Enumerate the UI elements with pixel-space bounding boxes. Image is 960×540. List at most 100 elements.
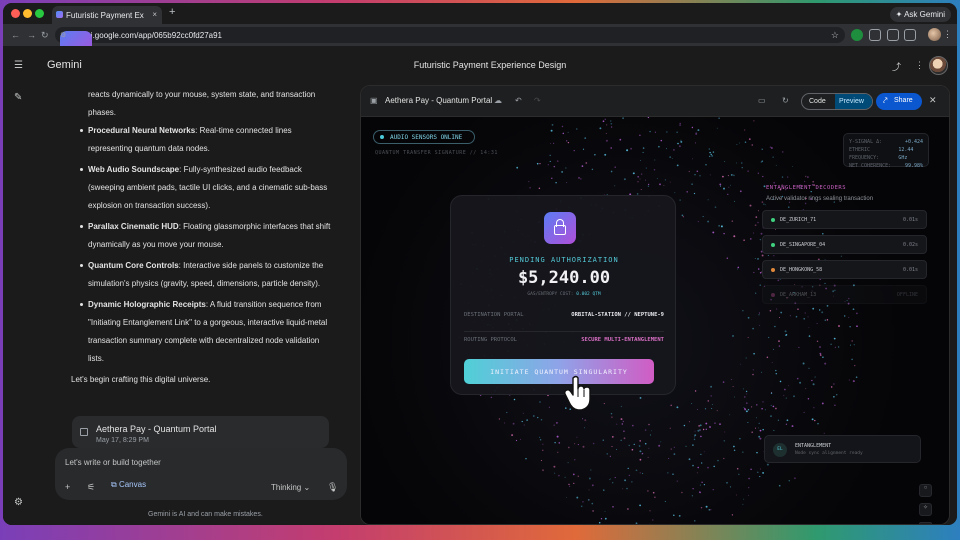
back-icon[interactable]: ← (11, 30, 20, 40)
decoders-subtitle: Active validator rings sealing transacti… (766, 196, 874, 202)
particle (783, 394, 785, 396)
particle (647, 117, 650, 119)
chevron-down-icon: ⌄ (303, 483, 311, 492)
share-button[interactable]: ⤤ Share (876, 93, 922, 110)
microphone-icon[interactable]: 🎙 (327, 482, 338, 493)
particle (679, 199, 681, 201)
redo-icon[interactable]: ↷ (534, 96, 541, 105)
tab-code[interactable]: Code (809, 98, 826, 105)
artifact-card[interactable]: Aethera Pay - Quantum Portal May 17, 8:2… (72, 416, 329, 448)
new-chat-icon[interactable]: ✎ (14, 92, 22, 103)
side-panel-icon[interactable] (904, 29, 916, 41)
user-avatar[interactable] (929, 56, 948, 75)
particle (766, 356, 769, 359)
fullscreen-icon[interactable]: ▭ (758, 96, 766, 105)
menu-icon[interactable]: ☰ (14, 60, 23, 71)
particle (730, 378, 732, 380)
telemetry-value: +0.424 (904, 139, 923, 145)
particle (585, 162, 588, 164)
lock-icon (544, 212, 576, 244)
more-options-icon[interactable]: ⋮ (915, 60, 924, 71)
particle (778, 340, 780, 343)
minimize-window-button[interactable] (23, 9, 32, 18)
particle (622, 420, 624, 423)
particle (539, 162, 541, 165)
particle (614, 166, 616, 168)
tab-preview[interactable]: Preview (835, 94, 872, 109)
bookmark-star-icon[interactable]: ☆ (831, 30, 839, 41)
particle (504, 422, 506, 424)
bullet-title: Web Audio Soundscape (88, 165, 180, 174)
reload-icon[interactable]: ↻ (41, 30, 49, 41)
browser-tab[interactable]: Futuristic Payment Ex × (52, 6, 162, 24)
gas-value: 0.002 QTM (576, 292, 601, 297)
particle (768, 336, 770, 339)
particle (626, 508, 629, 510)
address-bar[interactable]: ⚙ gemini.google.com/app/065b92cc0fd27a91… (55, 27, 845, 63)
particle (723, 440, 726, 442)
extension-puzzle-icon[interactable] (887, 29, 899, 41)
forward-icon[interactable]: → (27, 30, 36, 40)
tab-close-icon[interactable]: × (152, 10, 157, 19)
particle (676, 480, 678, 482)
maximize-window-button[interactable] (35, 9, 44, 18)
particle (762, 175, 764, 178)
close-window-button[interactable] (11, 9, 20, 18)
prompt-input[interactable]: Let's write or build together + ⚟ ⧉ Canv… (55, 448, 347, 500)
particle (506, 411, 508, 414)
refresh-icon[interactable]: ↻ (782, 96, 789, 105)
initiate-button[interactable]: INITIATE QUANTUM SINGULARITY (464, 359, 654, 384)
particle (851, 340, 853, 342)
particle (771, 391, 773, 393)
particle (654, 496, 656, 498)
decoder-node: DE_SINGAPORE_04 0.02s (762, 235, 927, 254)
particle (644, 179, 646, 181)
extension-icon[interactable] (869, 29, 881, 41)
mode-selector[interactable]: Thinking ⌄ (271, 483, 310, 492)
particle (564, 476, 566, 478)
particle (567, 446, 570, 449)
canvas-chip[interactable]: ⧉ Canvas (111, 480, 146, 490)
particle (837, 346, 840, 348)
particle (759, 437, 762, 440)
particle (711, 154, 714, 157)
particle (673, 453, 676, 455)
particle (813, 407, 815, 409)
profile-avatar[interactable] (928, 28, 941, 41)
ask-gemini-button[interactable]: ✦ Ask Gemini (889, 7, 951, 22)
particle (787, 176, 789, 178)
browser-window: Futuristic Payment Ex × + ✦ Ask Gemini ←… (3, 3, 957, 525)
new-tab-button[interactable]: + (169, 6, 175, 18)
close-icon[interactable]: ✕ (929, 95, 937, 106)
particle (619, 138, 622, 141)
sparkle-icon[interactable]: ✧ (919, 503, 932, 516)
side-control-button[interactable]: ○ (919, 484, 932, 497)
audio-sensors-badge[interactable]: AUDIO SENSORS ONLINE (373, 130, 475, 144)
settings-icon[interactable]: ⚙ (14, 497, 23, 508)
particle (711, 404, 713, 406)
tools-icon[interactable]: ⚟ (87, 482, 95, 493)
particle (753, 271, 755, 273)
particle (719, 183, 722, 186)
expand-icon[interactable] (919, 522, 932, 524)
extension-green-icon[interactable] (851, 29, 863, 41)
list-item: Procedural Neural Networks: Real-time co… (63, 122, 333, 158)
particle (532, 415, 535, 417)
particle (816, 340, 819, 343)
particle (761, 148, 763, 150)
undo-icon[interactable]: ↶ (515, 96, 522, 105)
particle (730, 173, 733, 176)
cloud-sync-icon[interactable]: ☁ (494, 96, 502, 105)
particle (511, 434, 514, 437)
particle (592, 442, 595, 445)
particle (573, 150, 575, 152)
tab-strip: Futuristic Payment Ex × + ✦ Ask Gemini (3, 3, 957, 24)
add-icon[interactable]: + (65, 482, 70, 492)
particle (567, 462, 569, 464)
code-preview-toggle[interactable]: Code Preview (801, 93, 873, 110)
browser-menu-icon[interactable]: ⋮ (943, 29, 952, 40)
particle (582, 418, 584, 420)
share-conversation-icon[interactable]: ⤴ (892, 60, 901, 73)
particle (757, 427, 759, 429)
particle (808, 367, 810, 369)
